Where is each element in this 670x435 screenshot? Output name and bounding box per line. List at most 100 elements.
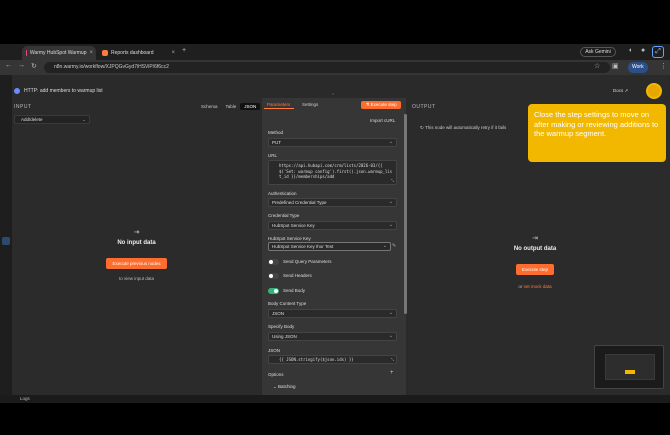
send-body-toggle[interactable] xyxy=(268,288,279,294)
credential-type-value: HubSpot Service Key xyxy=(272,223,315,228)
ask-gemini-label: Ask Gemini xyxy=(585,49,611,55)
chevron-down-icon: ⌄ xyxy=(388,139,393,145)
input-node-select[interactable]: Add/delete ⌄ xyxy=(14,115,90,124)
tab-parameters[interactable]: Parameters xyxy=(267,102,290,107)
n8n-favicon-icon xyxy=(26,50,27,56)
output-empty-title: No output data xyxy=(513,246,557,252)
send-headers-label: Send Headers xyxy=(283,273,312,278)
app-left-rail xyxy=(0,75,12,402)
retry-note: ↻ This node will automatically retry if … xyxy=(420,125,507,130)
execute-step-label: Execute step xyxy=(370,102,397,107)
video-thumbnail[interactable] xyxy=(594,345,664,389)
guide-tooltip: Close the step settings to move on after… xyxy=(528,104,666,162)
forward-icon[interactable]: → xyxy=(18,62,25,69)
fullscreen-icon[interactable]: ⤢ xyxy=(652,46,664,58)
retry-note-text: This node will automatically retry if it… xyxy=(424,125,507,130)
url-field[interactable]: n8n.warmy.io/workflow/XJPQGvGyd7iHSViP/6… xyxy=(44,62,610,73)
authentication-select[interactable]: Predefined Credential Type ⌄ xyxy=(268,198,397,207)
browser-tab-label: Warmy HubSpot Warmup xyxy=(29,50,87,56)
options-label: Options xyxy=(268,372,284,377)
tab-schema[interactable]: Schema xyxy=(197,103,222,110)
menu-icon[interactable]: ⋮ xyxy=(660,62,667,70)
tab-table[interactable]: Table xyxy=(222,103,241,110)
chevron-down-icon: ⌄ xyxy=(382,243,387,249)
http-node-icon xyxy=(14,88,20,94)
browser-tab[interactable]: Reports dashboard × xyxy=(98,46,178,60)
arrow-in-icon: ⇥ xyxy=(133,229,140,236)
thumbnail-highlight xyxy=(625,370,635,374)
profile-icon[interactable]: ● xyxy=(641,47,645,54)
close-tab-icon[interactable]: × xyxy=(171,50,175,56)
service-key-value: HubSpot Service Key Ihor Test xyxy=(272,244,334,249)
arrow-out-icon: ⇥ xyxy=(532,235,538,242)
url-input[interactable]: https://api.hubapi.com/crm/lists/2026-03… xyxy=(268,160,397,185)
send-query-toggle[interactable] xyxy=(268,259,279,265)
specify-body-label: Specify Body xyxy=(268,324,295,329)
credential-type-label: Credential Type xyxy=(268,213,300,218)
set-mock-data-link[interactable]: set mock data xyxy=(524,284,552,289)
close-tab-icon[interactable]: × xyxy=(89,50,93,56)
browser-tab-active[interactable]: Warmy HubSpot Warmup × xyxy=(22,46,96,60)
tab-settings[interactable]: Settings xyxy=(302,102,318,107)
extensions-icon[interactable]: ▣ xyxy=(612,62,619,70)
node-title: HTTP: add members to warmup list xyxy=(24,88,103,94)
method-select[interactable]: PUT ⌄ xyxy=(268,138,397,147)
active-tab-indicator xyxy=(264,108,294,109)
expand-icon[interactable]: ⤡ xyxy=(391,178,394,183)
logs-toggle[interactable]: Logs xyxy=(20,396,30,401)
body-content-type-select[interactable]: JSON ⌄ xyxy=(268,309,397,318)
body-content-type-label: Body Content Type xyxy=(268,301,307,306)
reload-icon[interactable]: ↻ xyxy=(31,62,37,70)
batching-label: Batching xyxy=(278,384,296,389)
execute-previous-nodes-button[interactable]: Execute previous nodes xyxy=(106,258,167,269)
or-text: or xyxy=(518,284,523,289)
tab-json[interactable]: JSON xyxy=(240,103,261,110)
add-option-icon[interactable]: + xyxy=(390,370,394,376)
chevron-down-icon: ⌄ xyxy=(388,199,393,205)
expand-icon[interactable]: ⤡ xyxy=(391,357,394,362)
logs-bar xyxy=(0,395,670,403)
import-curl-button[interactable]: Import cURL xyxy=(370,118,395,123)
params-scrollbar[interactable] xyxy=(404,114,407,314)
new-tab-icon[interactable]: + xyxy=(182,47,186,54)
send-query-label: Send Query Parameters xyxy=(283,259,332,264)
method-label: Method xyxy=(268,130,284,135)
specify-body-value: Using JSON xyxy=(272,334,297,339)
output-execute-step-button[interactable]: Execute step xyxy=(515,264,554,275)
specify-body-select[interactable]: Using JSON ⌄ xyxy=(268,332,397,341)
chevron-down-icon: ⌄ xyxy=(388,333,393,339)
input-node-select-value: Add/delete xyxy=(21,117,43,122)
json-label: JSON xyxy=(268,348,281,353)
browser-address-bar: ← → ↻ n8n.warmy.io/workflow/XJPQGvGyd7iH… xyxy=(0,60,670,75)
close-step-button-highlight[interactable] xyxy=(646,83,662,99)
chevron-down-icon: ⌄ xyxy=(388,222,393,228)
browser-tab-label: Reports dashboard xyxy=(111,50,154,56)
output-section-label: OUTPUT xyxy=(412,104,436,110)
ask-gemini-button[interactable]: Ask Gemini xyxy=(580,47,616,57)
thumbnail-preview xyxy=(605,354,655,380)
service-key-select[interactable]: HubSpot Service Key Ihor Test ⌄ xyxy=(268,242,391,251)
docs-label: Docs xyxy=(613,88,624,93)
input-empty-hint: to view input data xyxy=(118,276,155,281)
credential-type-select[interactable]: HubSpot Service Key ⌄ xyxy=(268,221,397,230)
work-profile-button[interactable]: Work xyxy=(628,62,648,73)
output-empty-state: ⇥ No output data Execute step or set moc… xyxy=(470,234,600,289)
chevron-down-icon: ⌄ xyxy=(388,310,393,316)
input-section-label: INPUT xyxy=(14,104,32,110)
edit-credential-icon[interactable]: ✎ xyxy=(392,243,396,249)
docs-link[interactable]: Docs ↗ xyxy=(613,88,628,94)
url-label: URL xyxy=(268,153,278,158)
work-profile-label: Work xyxy=(632,64,644,70)
back-icon[interactable]: ← xyxy=(5,62,12,69)
json-body-input[interactable]: {{ JSON.stringify($json.ids) }} xyxy=(268,355,397,364)
audio-icon[interactable]: ◖ xyxy=(628,47,632,54)
reports-favicon-icon xyxy=(102,50,108,56)
bookmark-star-icon[interactable]: ☆ xyxy=(594,62,600,70)
batching-option[interactable]: ⌄ Batching xyxy=(273,384,296,390)
service-key-label: HubSpot Service Key xyxy=(268,236,311,241)
send-headers-toggle[interactable] xyxy=(268,273,279,279)
panel-toggle-icon[interactable] xyxy=(2,237,10,245)
send-body-label: Send Body xyxy=(283,288,306,293)
execute-step-button[interactable]: ⚗ Execute step xyxy=(361,101,401,109)
chevron-down-icon: ⌄ xyxy=(82,117,86,122)
